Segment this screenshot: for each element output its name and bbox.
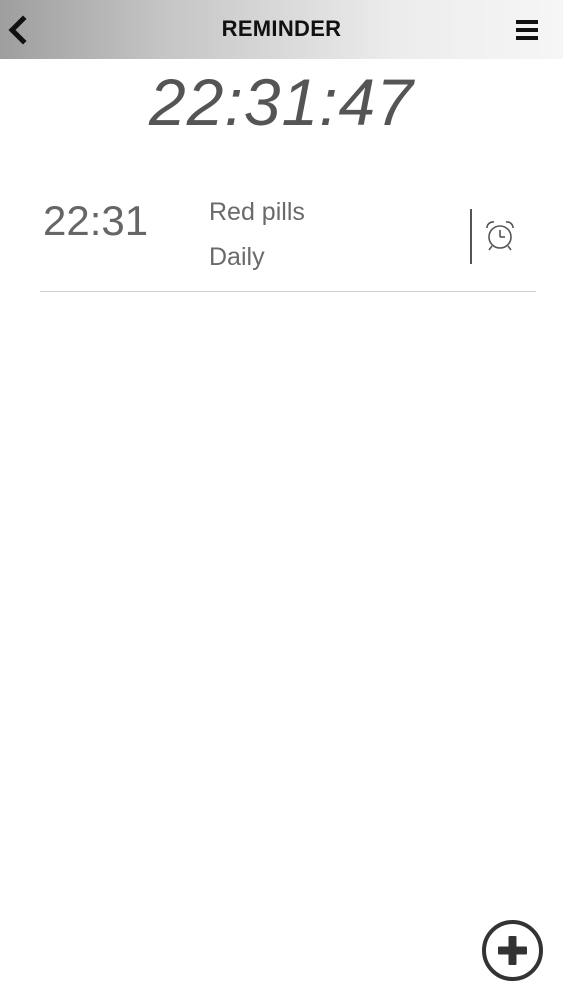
- back-button[interactable]: [4, 14, 32, 46]
- hamburger-menu-icon: [516, 20, 538, 40]
- plus-circle-icon: [482, 920, 543, 981]
- reminder-list-item[interactable]: 22:31 Red pills Daily: [40, 180, 536, 292]
- reminder-label: Red pills: [209, 198, 305, 226]
- current-time-clock: 22:31:47: [149, 65, 414, 139]
- row-divider: [470, 209, 472, 264]
- reminder-repeat: Daily: [209, 243, 265, 271]
- top-navigation-bar: REMINDER: [0, 0, 563, 59]
- menu-button[interactable]: [512, 16, 542, 44]
- chevron-left-icon: [8, 15, 27, 45]
- reminder-time: 22:31: [43, 197, 149, 244]
- alarm-clock-icon: [486, 221, 514, 251]
- add-reminder-button[interactable]: [481, 919, 544, 982]
- alarm-toggle-button[interactable]: [483, 219, 517, 253]
- page-title: REMINDER: [221, 16, 342, 41]
